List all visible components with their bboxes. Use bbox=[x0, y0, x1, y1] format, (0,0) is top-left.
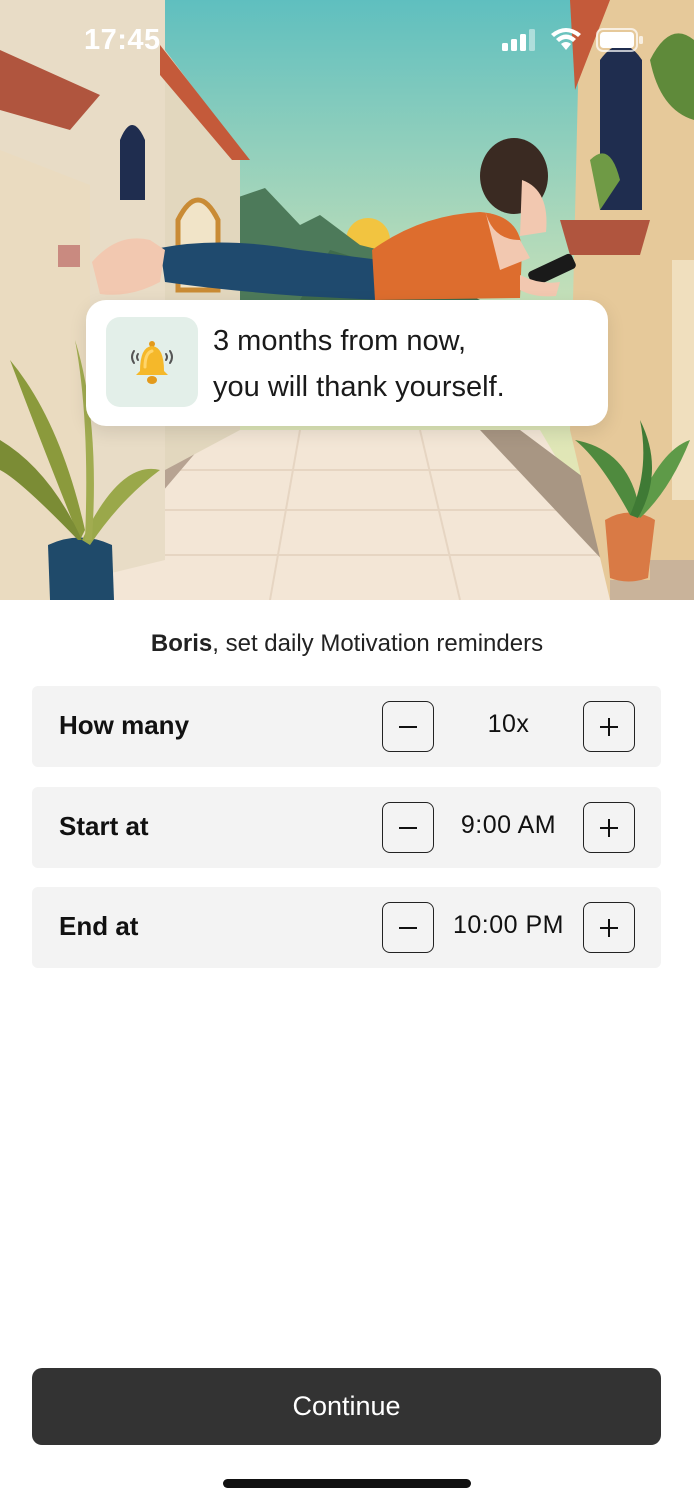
plus-icon bbox=[600, 717, 618, 736]
bell-icon bbox=[131, 341, 173, 384]
plus-icon bbox=[600, 818, 618, 837]
increase-end-time-button[interactable] bbox=[583, 902, 635, 953]
end-time-value: 10:00 PM bbox=[452, 911, 564, 939]
bell-icon-container bbox=[106, 317, 198, 407]
setting-label: End at bbox=[59, 911, 139, 941]
status-time: 17:45 bbox=[84, 24, 161, 56]
status-icons bbox=[502, 28, 644, 52]
status-bar: 17:45 bbox=[0, 0, 694, 90]
increase-how-many-button[interactable] bbox=[583, 701, 635, 752]
motivation-callout-card: 3 months from now, you will thank yourse… bbox=[86, 300, 608, 426]
callout-line-1: 3 months from now, bbox=[213, 325, 467, 357]
callout-line-2: you will thank yourself. bbox=[213, 371, 505, 403]
setting-label: Start at bbox=[59, 811, 149, 841]
minus-icon bbox=[399, 725, 417, 728]
setting-label: How many bbox=[59, 710, 190, 740]
start-time-value: 9:00 AM bbox=[460, 811, 557, 839]
callout-text: 3 months from now, you will thank yourse… bbox=[213, 318, 593, 410]
decrease-end-time-button[interactable] bbox=[382, 902, 434, 953]
plus-icon bbox=[600, 918, 618, 937]
signal-icon bbox=[502, 29, 535, 51]
setting-row-how-many: How many 10x bbox=[32, 686, 661, 767]
how-many-value: 10x bbox=[487, 710, 530, 738]
reminder-subtitle: Boris, set daily Motivation reminders bbox=[0, 630, 694, 658]
subtitle-text: , set daily Motivation reminders bbox=[212, 630, 544, 657]
continue-button[interactable]: Continue bbox=[32, 1368, 661, 1445]
minus-icon bbox=[399, 926, 417, 929]
increase-start-time-button[interactable] bbox=[583, 802, 635, 853]
setting-row-end-at: End at 10:00 PM bbox=[32, 887, 661, 968]
minus-icon bbox=[399, 826, 417, 829]
battery-icon bbox=[596, 28, 643, 52]
user-name: Boris bbox=[150, 630, 213, 657]
decrease-start-time-button[interactable] bbox=[382, 802, 434, 853]
decrease-how-many-button[interactable] bbox=[382, 701, 434, 752]
wifi-icon bbox=[551, 28, 581, 50]
home-indicator[interactable] bbox=[223, 1479, 471, 1488]
setting-row-start-at: Start at 9:00 AM bbox=[32, 787, 661, 868]
